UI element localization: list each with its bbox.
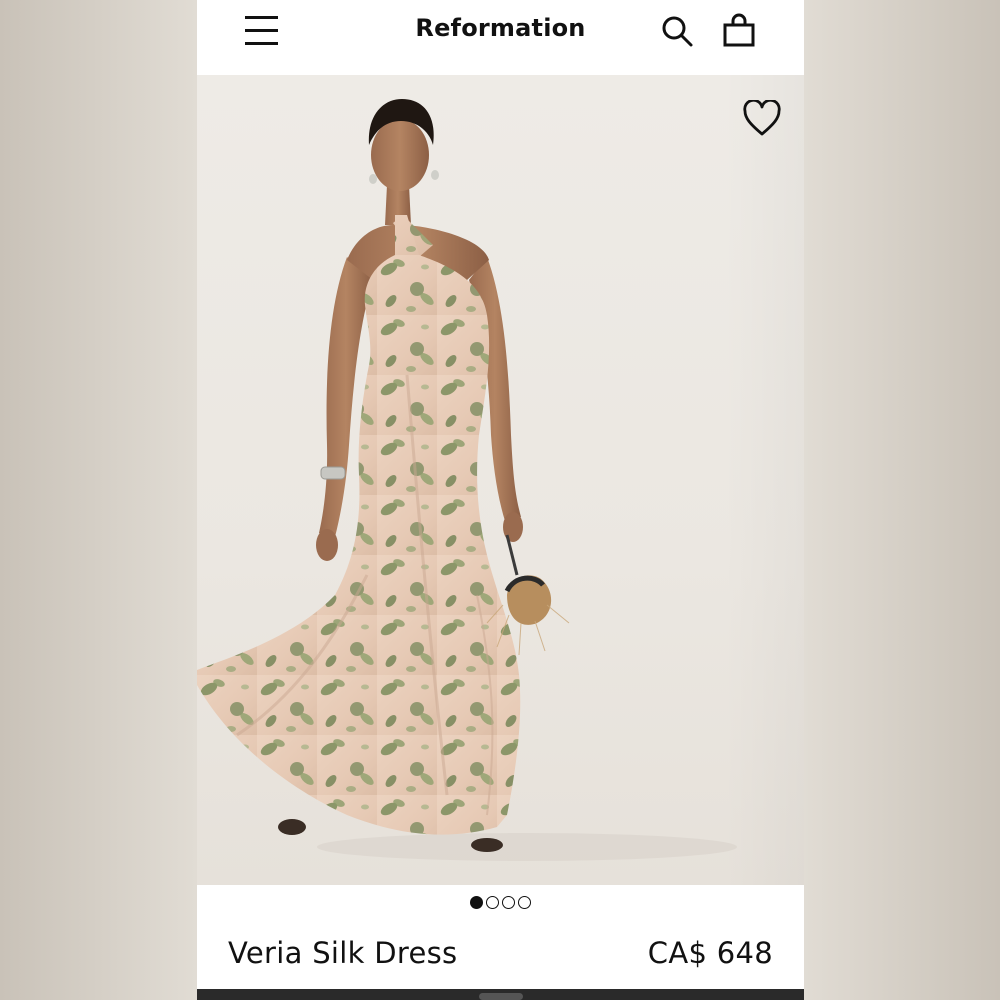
heart-outline-icon xyxy=(743,98,781,136)
carousel-dot[interactable] xyxy=(486,896,499,909)
shopping-bag-icon xyxy=(723,13,755,47)
product-image[interactable] xyxy=(197,75,804,885)
favorite-button[interactable] xyxy=(742,98,782,138)
top-navigation-bar: Reformation xyxy=(197,0,804,75)
cart-button[interactable] xyxy=(721,13,757,49)
search-icon xyxy=(662,16,693,47)
carousel-dot[interactable] xyxy=(470,896,483,909)
carousel-indicators xyxy=(197,896,804,910)
right-backdrop xyxy=(803,0,1000,1000)
search-button[interactable] xyxy=(659,13,695,49)
carousel-dot[interactable] xyxy=(502,896,515,909)
phone-screen: Reformation Veria Silk Dress CA$ 648 xyxy=(197,0,804,1000)
left-backdrop xyxy=(0,0,197,1000)
home-indicator[interactable] xyxy=(479,993,523,1000)
product-name: Veria Silk Dress xyxy=(228,936,458,970)
product-price: CA$ 648 xyxy=(647,936,773,970)
brand-logo[interactable]: Reformation xyxy=(197,14,804,42)
carousel-dot[interactable] xyxy=(518,896,531,909)
menu-icon-line xyxy=(245,42,278,45)
model-in-dress-illustration xyxy=(197,99,737,861)
